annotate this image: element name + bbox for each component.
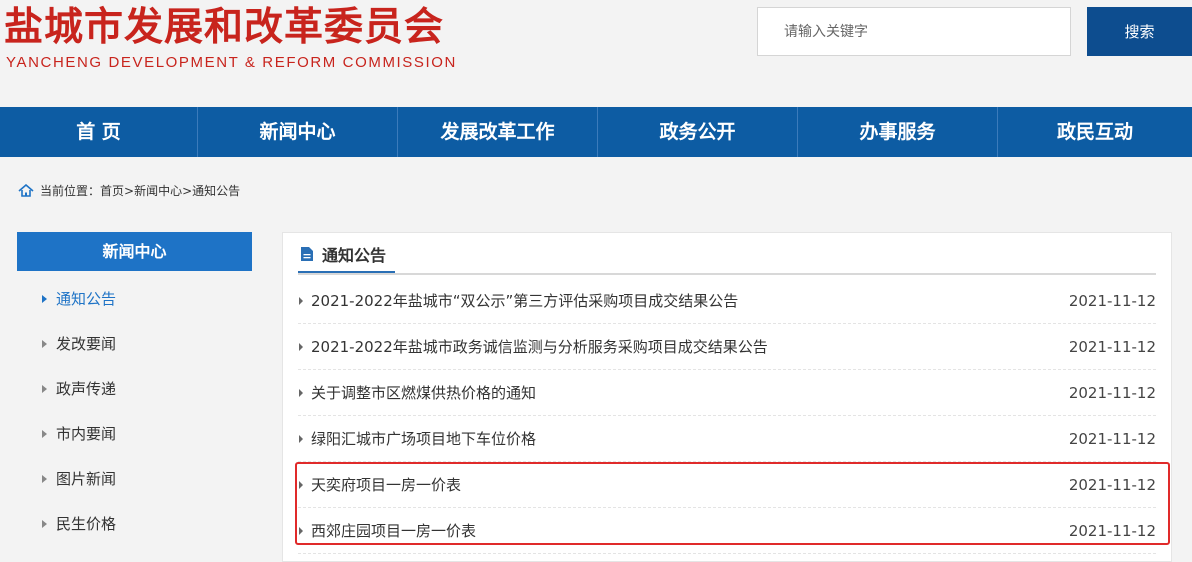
notice-date: 2021-11-12 <box>1068 292 1156 310</box>
list-item[interactable]: 绿阳汇城市广场项目地下车位价格 2021-11-12 <box>298 416 1156 462</box>
nav-item-home[interactable]: 首 页 <box>0 107 198 157</box>
breadcrumb-notices[interactable]: 通知公告 <box>192 182 240 199</box>
breadcrumb-prefix: 当前位置： <box>40 184 101 198</box>
nav-item-development-reform[interactable]: 发展改革工作 <box>398 107 598 157</box>
nav-item-news-center[interactable]: 新闻中心 <box>198 107 398 157</box>
site-subtitle: YANCHENG DEVELOPMENT & REFORM COMMISSION <box>6 54 457 71</box>
sidebar-item-government-voice[interactable]: 政声传递 <box>17 368 252 413</box>
breadcrumb: 当前位置： 首页 > 新闻中心 > 通知公告 <box>18 182 240 199</box>
breadcrumb-separator: > <box>124 183 135 198</box>
notice-title[interactable]: 关于调整市区燃煤供热价格的通知 <box>311 370 536 416</box>
site-header: 盐城市发展和改革委员会 YANCHENG DEVELOPMENT & REFOR… <box>0 0 1192 107</box>
breadcrumb-separator: > <box>182 183 193 198</box>
notice-title[interactable]: 西郊庄园项目一房一价表 <box>311 508 476 554</box>
notice-title[interactable]: 2021-2022年盐城市“双公示”第三方评估采购项目成交结果公告 <box>311 278 738 324</box>
search-button[interactable]: 搜索 <box>1087 7 1192 56</box>
list-item[interactable]: 关于调整市区燃煤供热价格的通知 2021-11-12 <box>298 370 1156 416</box>
notice-date: 2021-11-12 <box>1068 338 1156 356</box>
main-nav: 首 页 新闻中心 发展改革工作 政务公开 办事服务 政民互动 <box>0 107 1192 157</box>
sidebar-item-livelihood-prices[interactable]: 民生价格 <box>17 503 252 548</box>
notice-date: 2021-11-12 <box>1068 430 1156 448</box>
sidebar-item-label: 民生价格 <box>56 515 117 533</box>
sidebar-item-photo-news[interactable]: 图片新闻 <box>17 458 252 503</box>
panel-header: 通知公告 <box>298 233 1156 275</box>
document-icon <box>301 247 313 261</box>
notice-list: 2021-2022年盐城市“双公示”第三方评估采购项目成交结果公告 2021-1… <box>298 278 1156 554</box>
triangle-right-icon <box>42 340 47 348</box>
notice-panel: 通知公告 2021-2022年盐城市“双公示”第三方评估采购项目成交结果公告 2… <box>282 232 1172 562</box>
notice-date: 2021-11-12 <box>1068 522 1156 540</box>
triangle-right-icon <box>42 295 47 303</box>
search-input[interactable] <box>757 7 1071 56</box>
sidebar-item-notices[interactable]: 通知公告 <box>17 278 252 323</box>
triangle-right-icon <box>299 297 303 305</box>
sidebar-menu: 通知公告 发改要闻 政声传递 市内要闻 图片新闻 民生价格 <box>17 278 252 548</box>
sidebar-item-reform-news[interactable]: 发改要闻 <box>17 323 252 368</box>
nav-item-services[interactable]: 办事服务 <box>798 107 998 157</box>
nav-item-government-affairs[interactable]: 政务公开 <box>598 107 798 157</box>
triangle-right-icon <box>299 481 303 489</box>
nav-item-interaction[interactable]: 政民互动 <box>998 107 1192 157</box>
triangle-right-icon <box>299 435 303 443</box>
breadcrumb-news-center[interactable]: 新闻中心 <box>134 182 182 199</box>
triangle-right-icon <box>42 475 47 483</box>
notice-title[interactable]: 绿阳汇城市广场项目地下车位价格 <box>311 416 536 462</box>
sidebar-item-label: 政声传递 <box>56 380 117 398</box>
list-item[interactable]: 2021-2022年盐城市“双公示”第三方评估采购项目成交结果公告 2021-1… <box>298 278 1156 324</box>
panel-title: 通知公告 <box>322 246 387 265</box>
notice-title[interactable]: 天奕府项目一房一价表 <box>311 462 461 508</box>
triangle-right-icon <box>299 527 303 535</box>
title-underline <box>298 271 395 273</box>
sidebar-title: 新闻中心 <box>17 232 252 271</box>
triangle-right-icon <box>299 343 303 351</box>
list-item[interactable]: 西郊庄园项目一房一价表 2021-11-12 <box>298 508 1156 554</box>
triangle-right-icon <box>42 430 47 438</box>
breadcrumb-home[interactable]: 首页 <box>100 182 124 199</box>
site-title[interactable]: 盐城市发展和改革委员会 <box>4 0 444 52</box>
triangle-right-icon <box>42 385 47 393</box>
sidebar-item-label: 通知公告 <box>56 290 117 308</box>
notice-date: 2021-11-12 <box>1068 384 1156 402</box>
sidebar-item-city-news[interactable]: 市内要闻 <box>17 413 252 458</box>
sidebar-item-label: 图片新闻 <box>56 470 117 488</box>
sidebar-item-label: 发改要闻 <box>56 335 117 353</box>
notice-date: 2021-11-12 <box>1068 476 1156 494</box>
list-item[interactable]: 天奕府项目一房一价表 2021-11-12 <box>298 462 1156 508</box>
triangle-right-icon <box>299 389 303 397</box>
sidebar-item-label: 市内要闻 <box>56 425 117 443</box>
notice-title[interactable]: 2021-2022年盐城市政务诚信监测与分析服务采购项目成交结果公告 <box>311 324 768 370</box>
list-item[interactable]: 2021-2022年盐城市政务诚信监测与分析服务采购项目成交结果公告 2021-… <box>298 324 1156 370</box>
triangle-right-icon <box>42 520 47 528</box>
home-icon <box>18 183 34 197</box>
